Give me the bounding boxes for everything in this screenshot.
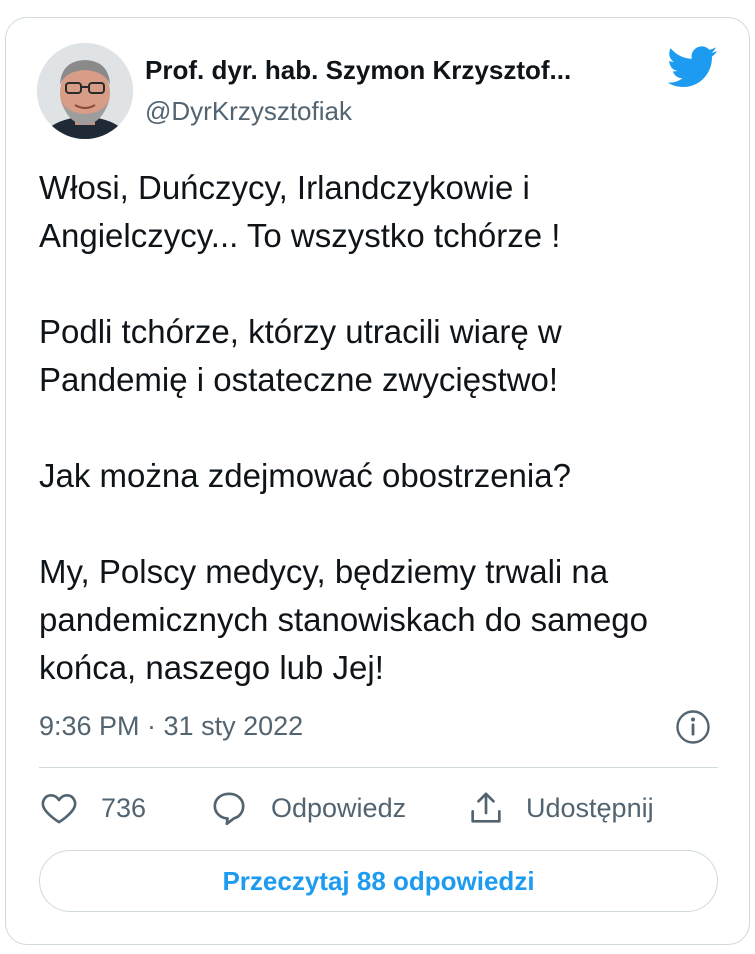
- read-replies-label: Przeczytaj 88 odpowiedzi: [222, 865, 535, 896]
- tweet-paragraph: Włosi, Duńczycy, Irlandczykowie i Angiel…: [39, 169, 561, 254]
- share-icon: [471, 792, 501, 823]
- reply-button[interactable]: Odpowiedz: [209, 788, 406, 828]
- like-button[interactable]: 736: [39, 788, 146, 828]
- author-display-name[interactable]: Prof. dyr. hab. Szymon Krzysztof...: [145, 53, 655, 87]
- heart-icon: [41, 793, 77, 824]
- divider: [39, 767, 718, 768]
- tweet-timestamp[interactable]: 9:36 PM · 31 sty 2022: [39, 706, 303, 746]
- tweet-text: Włosi, Duńczycy, Irlandczykowie i Angiel…: [39, 164, 719, 692]
- share-button[interactable]: Udostępnij: [466, 788, 654, 828]
- reply-icon: [213, 792, 245, 826]
- tweet-paragraph: Podli tchórze, którzy utracili wiarę w P…: [39, 313, 562, 398]
- tweet-paragraph: My, Polscy medycy, będziemy trwali na pa…: [39, 553, 649, 686]
- share-label: Udostępnij: [526, 793, 654, 823]
- like-count: 736: [101, 793, 147, 823]
- avatar-image: [37, 43, 133, 139]
- avatar[interactable]: [37, 43, 133, 139]
- author-handle[interactable]: @DyrKrzysztofiak: [145, 94, 352, 128]
- tweet-paragraph: Jak można zdejmować obostrzenia?: [39, 457, 571, 494]
- info-icon[interactable]: [675, 709, 711, 745]
- twitter-bird-icon[interactable]: [668, 46, 718, 88]
- read-replies-button[interactable]: Przeczytaj 88 odpowiedzi: [39, 850, 718, 912]
- reply-label: Odpowiedz: [271, 793, 407, 823]
